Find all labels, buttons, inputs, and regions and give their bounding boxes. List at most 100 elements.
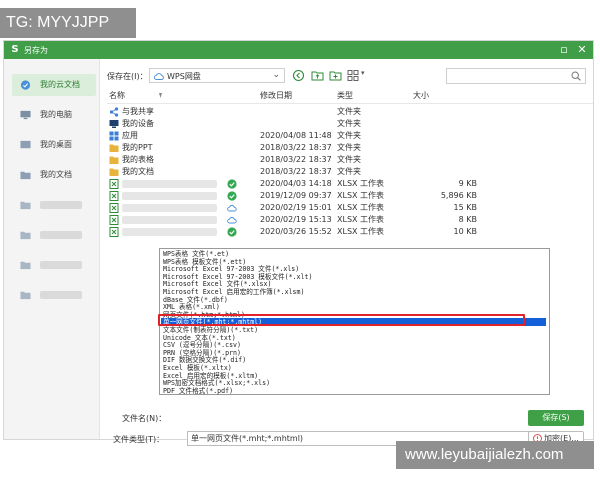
sidebar-item-label: 我的文档: [40, 170, 72, 179]
xlsx-icon: [109, 191, 119, 201]
sidebar-item-cloud-docs[interactable]: 我的云文档: [12, 74, 96, 96]
cloud-icon: [20, 80, 31, 90]
synced-check-icon: [227, 191, 237, 201]
sidebar-item-label: 我的桌面: [40, 140, 72, 149]
folder-icon: [20, 231, 31, 240]
file-row-xlsx[interactable]: 2020/02/19 15:13 XLSX 工作表 8 KB: [107, 214, 593, 226]
filetype-value: 单一网页文件(*.mht;*.mhtml): [191, 434, 304, 443]
column-header-name[interactable]: 名称: [109, 89, 125, 102]
location-dropdown[interactable]: WPS网盘 ⌄: [149, 68, 285, 83]
folder-icon: [20, 201, 31, 210]
sidebar-item-label: 我的电脑: [40, 110, 72, 119]
folder-icon: [109, 156, 119, 164]
folder-icon: [20, 291, 31, 300]
title-bar: S 另存为 ▫ ✕: [4, 41, 593, 59]
file-row-devices[interactable]: 我的设备 文件夹: [107, 118, 593, 130]
file-name: 我的设备: [122, 119, 154, 128]
file-date: 2019/12/09 09:37: [260, 191, 332, 200]
new-folder-icon[interactable]: [329, 69, 342, 82]
view-mode-icon[interactable]: [347, 69, 360, 82]
sidebar-item-computer[interactable]: 我的电脑: [12, 104, 96, 126]
file-row-my-ppt[interactable]: 我的PPT 2018/03/22 18:37 文件夹: [107, 142, 593, 154]
computer-icon: [20, 110, 31, 120]
sidebar-item-documents[interactable]: 我的文档: [12, 164, 96, 186]
watermark-bottom: www.leyubaijialezh.com: [396, 441, 594, 469]
file-name: 与我共享: [122, 107, 154, 116]
synced-check-icon: [227, 227, 237, 237]
view-mode-chevron-icon[interactable]: ▾: [361, 69, 365, 77]
location-label: 保存在(I)：: [107, 72, 148, 81]
file-type: XLSX 工作表: [337, 179, 385, 188]
filetype-option-list: WPS表格 文件(*.et) WPS表格 模板文件(*.ett) Microsoft…: [158, 248, 550, 395]
file-row-xlsx[interactable]: 2020/02/19 15:01 XLSX 工作表 15 KB: [107, 202, 593, 214]
file-type: 文件夹: [337, 143, 361, 152]
filename-label: 文件名(N)：: [122, 414, 167, 423]
file-type: XLSX 工作表: [337, 203, 385, 212]
file-name: 我的PPT: [122, 143, 153, 152]
back-icon[interactable]: [292, 69, 305, 82]
file-row-my-docs[interactable]: 我的文档 2018/03/22 18:37 文件夹: [107, 166, 593, 178]
file-date: 2018/03/22 18:37: [260, 155, 332, 164]
file-type: 文件夹: [337, 155, 361, 164]
dialog-title: 另存为: [24, 46, 48, 55]
location-value: WPS网盘: [167, 72, 201, 81]
column-header-type[interactable]: 类型: [337, 89, 353, 102]
share-icon: [109, 107, 119, 117]
file-row-xlsx[interactable]: 2019/12/09 09:37 XLSX 工作表 5,896 KB: [107, 190, 593, 202]
file-type: XLSX 工作表: [337, 191, 385, 200]
file-date: 2018/03/22 18:37: [260, 143, 332, 152]
highlight-frame: [158, 314, 525, 326]
sidebar-item-hidden[interactable]: [12, 254, 96, 276]
file-size: 9 KB: [458, 179, 477, 188]
folder-icon: [20, 261, 31, 270]
file-type: 文件夹: [337, 119, 361, 128]
cloud-only-icon: [227, 217, 237, 224]
app-icon: [109, 131, 119, 141]
redacted-label: [40, 291, 82, 299]
file-date: 2018/03/22 18:37: [260, 167, 332, 176]
cloud-only-icon: [227, 205, 237, 212]
file-date: 2020/02/19 15:01: [260, 203, 332, 212]
maximize-button[interactable]: ▫: [557, 43, 571, 57]
file-date: 2020/04/08 11:48: [260, 131, 332, 140]
sidebar-item-hidden[interactable]: [12, 224, 96, 246]
file-row-xlsx[interactable]: 2020/04/03 14:18 XLSX 工作表 9 KB: [107, 178, 593, 190]
chevron-down-icon: ⌄: [272, 70, 280, 80]
watermark-top: TG: MYYJJPP: [0, 8, 136, 38]
redacted-label: [40, 261, 82, 269]
close-button[interactable]: ✕: [575, 43, 589, 57]
save-button[interactable]: 保存(S): [528, 410, 584, 426]
file-row-shared[interactable]: 与我共享 文件夹: [107, 106, 593, 118]
file-name: 应用: [122, 131, 138, 140]
sidebar-item-hidden[interactable]: [12, 284, 96, 306]
sidebar: 我的云文档 我的电脑 我的桌面 我的文档: [4, 59, 100, 439]
file-size: 10 KB: [453, 227, 477, 236]
synced-check-icon: [227, 179, 237, 189]
column-header-modified[interactable]: 修改日期: [260, 89, 292, 102]
sidebar-item-hidden[interactable]: [12, 194, 96, 216]
column-header-size[interactable]: 大小: [413, 89, 429, 102]
sidebar-item-desktop[interactable]: 我的桌面: [12, 134, 96, 156]
file-row-xlsx[interactable]: 2020/03/26 15:52 XLSX 工作表 10 KB: [107, 226, 593, 238]
documents-icon: [20, 171, 31, 180]
redacted-file-name: [122, 228, 217, 236]
header-divider: [107, 103, 593, 104]
file-name: 我的文档: [122, 167, 154, 176]
up-folder-icon[interactable]: [311, 69, 324, 82]
search-input[interactable]: [446, 68, 586, 84]
desktop-icon: [20, 140, 31, 149]
file-type: XLSX 工作表: [337, 227, 385, 236]
file-row-my-sheets[interactable]: 我的表格 2018/03/22 18:37 文件夹: [107, 154, 593, 166]
file-name: 我的表格: [122, 155, 154, 164]
sidebar-item-label: 我的云文档: [40, 80, 80, 89]
folder-icon: [109, 144, 119, 152]
folder-icon: [109, 168, 119, 176]
file-size: 5,896 KB: [440, 191, 477, 200]
file-row-apps[interactable]: 应用 2020/04/08 11:48 文件夹: [107, 130, 593, 142]
filetype-option[interactable]: PDF 文件格式(*.pdf): [163, 387, 233, 395]
xlsx-icon: [109, 179, 119, 189]
cloud-drive-icon: [154, 73, 164, 80]
file-date: 2020/04/03 14:18: [260, 179, 332, 188]
redacted-file-name: [122, 216, 217, 224]
filetype-label: 文件类型(T)：: [113, 435, 165, 444]
